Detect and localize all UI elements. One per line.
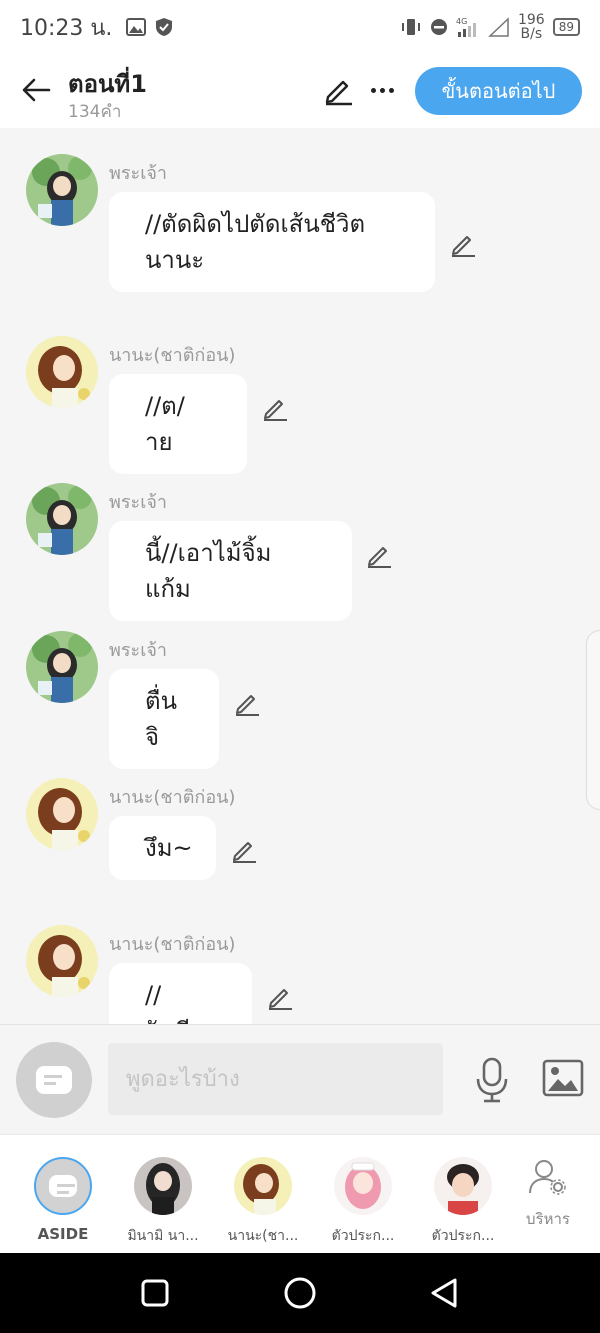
status-left-icons (126, 17, 174, 37)
nana-avatar[interactable] (26, 336, 98, 408)
recents-button[interactable] (137, 1275, 173, 1311)
system-nav-bar (0, 1253, 600, 1333)
message-line: ตื่นจิ (145, 687, 177, 751)
image-icon (542, 1059, 584, 1097)
pencil-icon (452, 236, 475, 257)
message-list[interactable]: พระเจ้า //ตัดผิดไปตัดเส้นชีวิต นานะ นานะ… (0, 128, 600, 1024)
network-speed: 196 B/s (518, 13, 545, 41)
edit-title-button[interactable] (322, 74, 354, 106)
message-bubble[interactable]: นี้//เอาไม้จิ้มแก้ม (109, 521, 352, 621)
boy-avatar (434, 1157, 492, 1215)
signal-empty-icon (488, 17, 509, 37)
pencil-icon (325, 80, 352, 106)
message-line: นี้//เอาไม้จิ้มแก้ม (145, 539, 272, 603)
message-line: งึม~ (145, 834, 193, 862)
vibrate-icon (401, 19, 420, 35)
message-line: //ต/าย (145, 392, 185, 456)
character-minami[interactable]: มินามิ นา... (113, 1157, 213, 1247)
network-speed-value: 196 (517, 12, 545, 28)
shield-icon (156, 18, 173, 36)
character-extra-1[interactable]: ตัวประก... (313, 1157, 413, 1247)
edit-message-button[interactable] (266, 983, 294, 1011)
message-bubble[interactable]: งึม~ (109, 816, 216, 880)
edit-message-button[interactable] (233, 689, 261, 717)
character-aside[interactable]: ASIDE (13, 1157, 113, 1243)
character-bar: ASIDE มินามิ นา... นานะ(ชา... ตัวประก...… (0, 1134, 600, 1253)
next-step-button[interactable]: ขั้นตอนต่อไป (415, 67, 582, 115)
user-gear-icon (529, 1160, 566, 1195)
speaker-name: นานะ(ชาติก่อน) (109, 345, 236, 366)
speaker-name: พระเจ้า (109, 163, 168, 184)
aside-toggle-button[interactable] (16, 1042, 92, 1118)
character-label: ASIDE (37, 1225, 89, 1243)
more-dot (370, 87, 376, 93)
pencil-icon (264, 400, 287, 421)
edit-message-button[interactable] (230, 836, 258, 864)
message-line: //งัวเงีย (145, 981, 204, 1024)
microphone-icon (476, 1057, 508, 1103)
message-input[interactable] (108, 1043, 443, 1115)
character-label: บริหาร (526, 1210, 570, 1228)
edit-message-button[interactable] (365, 541, 393, 569)
header: ตอนที่1 134คำ ขั้นตอนต่อไป (0, 54, 600, 128)
speaker-name: พระเจ้า (109, 492, 168, 513)
minami-avatar (134, 1157, 192, 1215)
network-speed-unit: B/s (520, 26, 543, 42)
pencil-icon (233, 842, 256, 863)
aside-chat-icon (34, 1157, 92, 1215)
character-label: ตัวประก... (331, 1228, 395, 1244)
pencil-icon (368, 547, 391, 568)
speaker-name: นานะ(ชาติก่อน) (109, 934, 236, 955)
character-label: นานะ(ชา... (227, 1228, 299, 1244)
message-bubble[interactable]: //งัวเงีย (109, 963, 252, 1024)
square-icon (141, 1279, 169, 1307)
battery-indicator: 89 (552, 18, 580, 36)
god-avatar[interactable] (26, 154, 98, 226)
status-right: 4G 196 B/s 89 (400, 13, 580, 41)
svg-text:4G: 4G (456, 17, 467, 26)
back-button[interactable] (18, 72, 54, 108)
character-label: ตัวประก... (431, 1228, 495, 1244)
status-time: 10:23 น. (20, 15, 113, 41)
gallery-notification-icon (126, 18, 147, 36)
nana-avatar[interactable] (26, 778, 98, 850)
more-dot (388, 87, 394, 93)
god-avatar[interactable] (26, 631, 98, 703)
speaker-name: นานะ(ชาติก่อน) (109, 787, 236, 808)
character-nana[interactable]: นานะ(ชา... (213, 1157, 313, 1247)
signal-4g-icon: 4G (456, 17, 476, 37)
triangle-back-icon (431, 1278, 457, 1308)
more-dot (379, 87, 385, 93)
chat-bubble-icon (36, 1066, 72, 1094)
chat-bubble-icon (49, 1175, 77, 1197)
edit-message-button[interactable] (449, 230, 477, 258)
pencil-icon (269, 989, 292, 1010)
insert-image-button[interactable] (542, 1059, 584, 1097)
manage-characters-button[interactable]: บริหาร (498, 1159, 598, 1231)
message-bubble[interactable]: //ต/าย (109, 374, 247, 474)
message-bubble[interactable]: ตื่นจิ (109, 669, 219, 769)
circle-icon (284, 1277, 316, 1309)
edit-message-button[interactable] (261, 394, 289, 422)
composer-bar (0, 1024, 600, 1134)
speaker-name: พระเจ้า (109, 640, 168, 661)
pencil-icon (236, 695, 259, 716)
back-nav-button[interactable] (427, 1275, 463, 1311)
microphone-button[interactable] (474, 1057, 510, 1103)
arrow-left-icon (22, 78, 51, 102)
side-drawer-handle[interactable] (586, 630, 600, 810)
message-line: นานะ (145, 246, 205, 274)
character-label: มินามิ นา... (127, 1228, 199, 1244)
home-button[interactable] (282, 1275, 318, 1311)
god-avatar[interactable] (26, 483, 98, 555)
more-options-button[interactable] (366, 74, 398, 106)
do-not-disturb-icon (430, 19, 447, 35)
message-line: //ตัดผิดไปตัดเส้นชีวิต (145, 210, 366, 238)
pink-hair-avatar (334, 1157, 392, 1215)
message-bubble[interactable]: //ตัดผิดไปตัดเส้นชีวิต นานะ (109, 192, 435, 292)
word-count: 134คำ (68, 102, 122, 122)
nana-avatar (234, 1157, 292, 1215)
nana-avatar[interactable] (26, 925, 98, 997)
status-bar: 10:23 น. 4G 196 B/s 89 (0, 0, 600, 54)
